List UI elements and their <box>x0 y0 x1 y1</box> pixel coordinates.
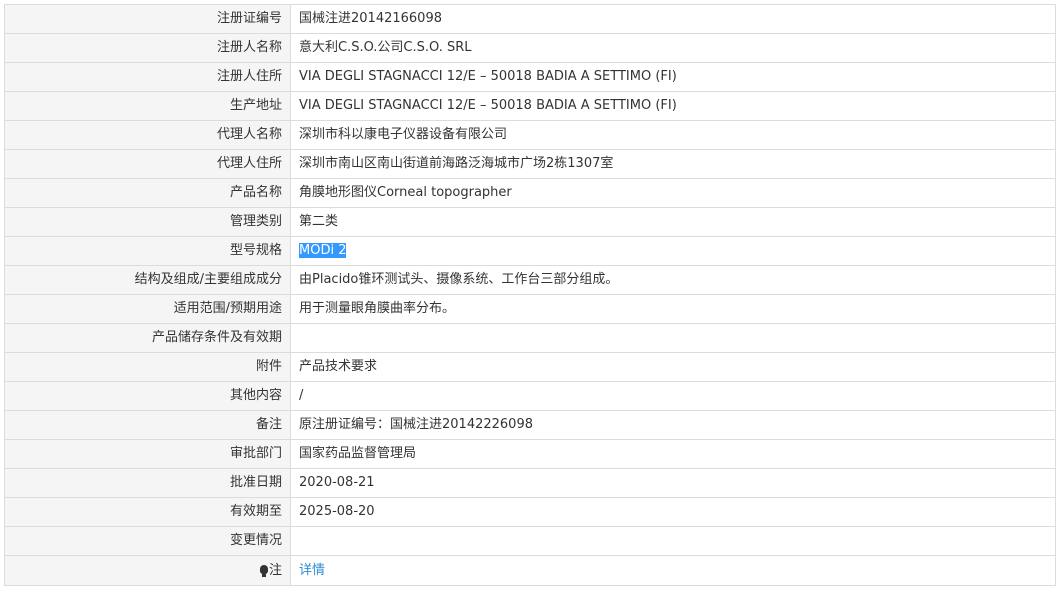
row-production-address: 生产地址 VIA DEGLI STAGNACCI 12/E – 50018 BA… <box>4 91 1056 121</box>
row-note: 注 详情 <box>4 555 1056 586</box>
row-management-category: 管理类别 第二类 <box>4 207 1056 237</box>
field-label: 注册人住所 <box>4 62 291 92</box>
note-label: 注 <box>268 562 282 578</box>
lightbulb-icon <box>259 564 268 577</box>
field-label: 适用范围/预期用途 <box>4 294 291 324</box>
row-approval-department: 审批部门 国家药品监督管理局 <box>4 439 1056 469</box>
field-value: 国械注进20142166098 <box>290 4 1056 34</box>
row-product-name: 产品名称 角膜地形图仪Corneal topographer <box>4 178 1056 208</box>
field-value: 深圳市南山区南山街道前海路泛海城市广场2栋1307室 <box>290 149 1056 179</box>
row-attachment: 附件 产品技术要求 <box>4 352 1056 382</box>
field-value: 2025-08-20 <box>290 497 1056 527</box>
registration-detail-panel: 注册证编号 国械注进20142166098 注册人名称 意大利C.S.O.公司C… <box>4 4 1056 586</box>
field-label: 型号规格 <box>4 236 291 266</box>
field-label: 管理类别 <box>4 207 291 237</box>
row-model-spec: 型号规格 MODi 2 <box>4 236 1056 266</box>
selected-text[interactable]: MODi 2 <box>299 243 347 258</box>
registration-detail-table: 注册证编号 国械注进20142166098 注册人名称 意大利C.S.O.公司C… <box>4 4 1056 586</box>
field-value: / <box>290 381 1056 411</box>
row-valid-until: 有效期至 2025-08-20 <box>4 497 1056 527</box>
field-label: 附件 <box>4 352 291 382</box>
field-label: 变更情况 <box>4 526 291 556</box>
field-label: 批准日期 <box>4 468 291 498</box>
field-label: 注册人名称 <box>4 33 291 63</box>
row-structure-composition: 结构及组成/主要组成成分 由Placido锥环测试头、摄像系统、工作台三部分组成… <box>4 265 1056 295</box>
row-agent-address: 代理人住所 深圳市南山区南山街道前海路泛海城市广场2栋1307室 <box>4 149 1056 179</box>
field-value: VIA DEGLI STAGNACCI 12/E – 50018 BADIA A… <box>290 91 1056 121</box>
field-value: MODi 2 <box>290 236 1056 266</box>
field-value: 原注册证编号：国械注进20142226098 <box>290 410 1056 440</box>
row-change-status: 变更情况 <box>4 526 1056 556</box>
details-link[interactable]: 详情 <box>299 563 325 578</box>
row-intended-use: 适用范围/预期用途 用于测量眼角膜曲率分布。 <box>4 294 1056 324</box>
field-label: 注 <box>4 555 291 586</box>
field-value: 2020-08-21 <box>290 468 1056 498</box>
field-label: 生产地址 <box>4 91 291 121</box>
field-label: 代理人住所 <box>4 149 291 179</box>
row-registrant-name: 注册人名称 意大利C.S.O.公司C.S.O. SRL <box>4 33 1056 63</box>
field-value: 意大利C.S.O.公司C.S.O. SRL <box>290 33 1056 63</box>
row-registration-number: 注册证编号 国械注进20142166098 <box>4 4 1056 34</box>
field-label: 代理人名称 <box>4 120 291 150</box>
field-value: 第二类 <box>290 207 1056 237</box>
row-remarks: 备注 原注册证编号：国械注进20142226098 <box>4 410 1056 440</box>
field-value: VIA DEGLI STAGNACCI 12/E – 50018 BADIA A… <box>290 62 1056 92</box>
field-value: 详情 <box>290 555 1056 586</box>
row-registrant-address: 注册人住所 VIA DEGLI STAGNACCI 12/E – 50018 B… <box>4 62 1056 92</box>
field-value: 深圳市科以康电子仪器设备有限公司 <box>290 120 1056 150</box>
row-approval-date: 批准日期 2020-08-21 <box>4 468 1056 498</box>
field-label: 有效期至 <box>4 497 291 527</box>
field-value: 国家药品监督管理局 <box>290 439 1056 469</box>
field-value: 由Placido锥环测试头、摄像系统、工作台三部分组成。 <box>290 265 1056 295</box>
field-label: 产品储存条件及有效期 <box>4 323 291 353</box>
field-label: 其他内容 <box>4 381 291 411</box>
row-other-content: 其他内容 / <box>4 381 1056 411</box>
field-value: 用于测量眼角膜曲率分布。 <box>290 294 1056 324</box>
field-value <box>290 526 1056 556</box>
row-storage-validity: 产品储存条件及有效期 <box>4 323 1056 353</box>
field-label: 结构及组成/主要组成成分 <box>4 265 291 295</box>
field-label: 注册证编号 <box>4 4 291 34</box>
field-label: 备注 <box>4 410 291 440</box>
field-label: 审批部门 <box>4 439 291 469</box>
field-value: 角膜地形图仪Corneal topographer <box>290 178 1056 208</box>
field-value: 产品技术要求 <box>290 352 1056 382</box>
row-agent-name: 代理人名称 深圳市科以康电子仪器设备有限公司 <box>4 120 1056 150</box>
field-value <box>290 323 1056 353</box>
field-label: 产品名称 <box>4 178 291 208</box>
